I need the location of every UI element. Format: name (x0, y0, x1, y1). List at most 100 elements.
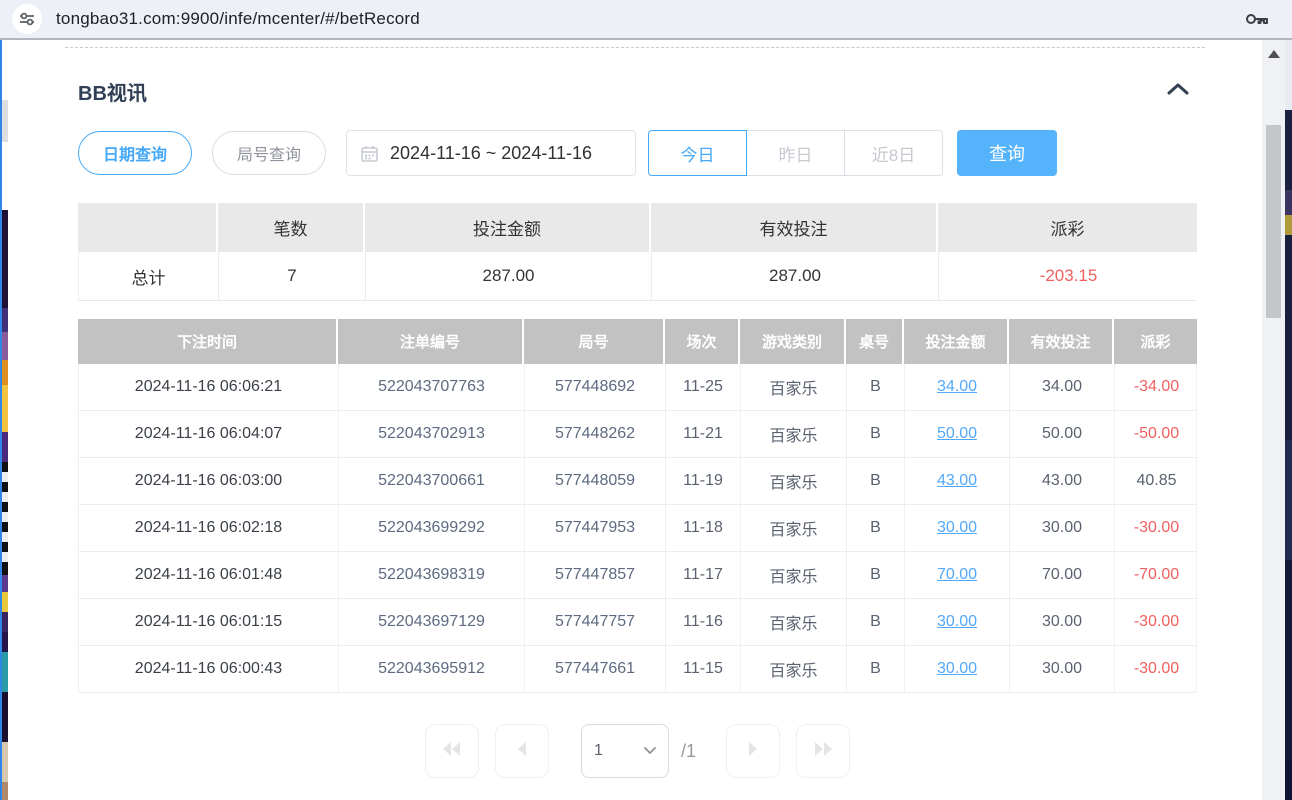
payout-cell: -30.00 (1115, 646, 1198, 692)
bet-amount-link[interactable]: 34.00 (937, 378, 977, 396)
summary-header-bet-amount: 投注金额 (365, 203, 651, 252)
bet-no-cell: 522043699292 (339, 505, 525, 551)
summary-header-valid-bet: 有效投注 (651, 203, 938, 252)
bet-amount-cell: 43.00 (905, 458, 1010, 504)
col-header-bet-amount: 投注金额 (904, 319, 1009, 364)
last-page-button[interactable] (796, 724, 850, 778)
payout-cell: -50.00 (1115, 411, 1198, 457)
panel-title: BB视讯 (78, 77, 147, 106)
page-scrollbar[interactable] (1262, 40, 1285, 800)
col-header-bet-time: 下注时间 (78, 319, 338, 364)
last-8-days-button[interactable]: 近8日 (844, 130, 943, 176)
col-header-payout: 派彩 (1114, 319, 1197, 364)
summary-count-value: 7 (219, 252, 366, 300)
quick-range-group: 今日 昨日 近8日 (648, 130, 943, 176)
background-page-right-edge (1285, 40, 1292, 800)
round-query-tab[interactable]: 局号查询 (212, 131, 326, 175)
double-chevron-right-icon (812, 741, 834, 762)
calendar-icon (361, 145, 378, 162)
game-type-cell: 百家乐 (741, 505, 847, 551)
bet-amount-cell: 50.00 (905, 411, 1010, 457)
summary-total-label: 总计 (79, 252, 219, 300)
bet-amount-link[interactable]: 30.00 (937, 613, 977, 631)
valid-bet-cell: 30.00 (1010, 599, 1115, 645)
bet-amount-cell: 30.00 (905, 505, 1010, 551)
game-type-cell: 百家乐 (741, 458, 847, 504)
table-row: 2024-11-16 06:03:00 522043700661 5774480… (79, 458, 1196, 505)
col-header-session: 场次 (665, 319, 740, 364)
today-button[interactable]: 今日 (648, 130, 747, 176)
table-no-cell: B (847, 646, 905, 692)
scrollbar-up-icon[interactable] (1262, 50, 1285, 64)
date-range-value: 2024-11-16 ~ 2024-11-16 (390, 143, 592, 164)
bet-no-cell: 522043697129 (339, 599, 525, 645)
password-key-icon[interactable] (1244, 8, 1270, 30)
prev-page-button[interactable] (495, 724, 549, 778)
double-chevron-left-icon (441, 741, 463, 762)
date-range-picker[interactable]: 2024-11-16 ~ 2024-11-16 (346, 130, 636, 176)
table-row: 2024-11-16 06:01:48 522043698319 5774478… (79, 552, 1196, 599)
bet-time-cell: 2024-11-16 06:01:48 (79, 552, 339, 598)
bet-no-cell: 522043707763 (339, 364, 525, 410)
summary-header-payout: 派彩 (938, 203, 1197, 252)
site-permissions-icon[interactable] (12, 4, 42, 34)
bet-record-table: 下注时间 注单编号 局号 场次 游戏类别 桌号 投注金额 有效投注 派彩 202… (78, 319, 1197, 693)
session-cell: 11-15 (666, 646, 741, 692)
game-type-cell: 百家乐 (741, 599, 847, 645)
bet-amount-link[interactable]: 50.00 (937, 425, 977, 443)
scrollbar-thumb[interactable] (1266, 125, 1281, 318)
round-no-cell: 577448059 (525, 458, 666, 504)
bet-time-cell: 2024-11-16 06:02:18 (79, 505, 339, 551)
chevron-right-icon (746, 741, 760, 762)
payout-cell: -70.00 (1115, 552, 1198, 598)
valid-bet-cell: 30.00 (1010, 505, 1115, 551)
pagination: 1 /1 (78, 724, 1197, 778)
col-header-round-no: 局号 (524, 319, 665, 364)
session-cell: 11-16 (666, 599, 741, 645)
date-query-tab[interactable]: 日期查询 (78, 131, 192, 175)
bet-amount-link[interactable]: 30.00 (937, 660, 977, 678)
background-page-left-edge (0, 40, 8, 800)
round-no-cell: 577447661 (525, 646, 666, 692)
browser-address-bar[interactable]: tongbao31.com:9900/infe/mcenter/#/betRec… (0, 0, 1292, 40)
table-row: 2024-11-16 06:01:15 522043697129 5774477… (79, 599, 1196, 646)
bet-time-cell: 2024-11-16 06:06:21 (79, 364, 339, 410)
session-cell: 11-25 (666, 364, 741, 410)
bet-table-body: 2024-11-16 06:06:21 522043707763 5774486… (78, 364, 1197, 693)
bet-amount-link[interactable]: 43.00 (937, 472, 977, 490)
round-no-cell: 577448692 (525, 364, 666, 410)
page-select[interactable]: 1 (581, 724, 669, 778)
payout-cell: -30.00 (1115, 599, 1198, 645)
bet-amount-link[interactable]: 70.00 (937, 566, 977, 584)
bet-amount-cell: 34.00 (905, 364, 1010, 410)
table-no-cell: B (847, 599, 905, 645)
next-page-button[interactable] (726, 724, 780, 778)
chevron-up-icon (1167, 82, 1189, 100)
yesterday-button[interactable]: 昨日 (746, 130, 845, 176)
summary-payout-value: -203.15 (939, 252, 1198, 300)
col-header-table-no: 桌号 (846, 319, 904, 364)
valid-bet-cell: 43.00 (1010, 458, 1115, 504)
round-no-cell: 577447757 (525, 599, 666, 645)
session-cell: 11-18 (666, 505, 741, 551)
round-no-cell: 577447857 (525, 552, 666, 598)
page-select-value: 1 (594, 742, 603, 760)
search-button[interactable]: 查询 (957, 130, 1057, 176)
bet-amount-cell: 30.00 (905, 599, 1010, 645)
valid-bet-cell: 30.00 (1010, 646, 1115, 692)
summary-header-blank (78, 203, 218, 252)
url-text[interactable]: tongbao31.com:9900/infe/mcenter/#/betRec… (56, 9, 1244, 29)
payout-cell: -34.00 (1115, 364, 1198, 410)
game-type-cell: 百家乐 (741, 646, 847, 692)
bet-amount-link[interactable]: 30.00 (937, 519, 977, 537)
collapse-panel-button[interactable] (1159, 78, 1197, 104)
valid-bet-cell: 34.00 (1010, 364, 1115, 410)
valid-bet-cell: 50.00 (1010, 411, 1115, 457)
table-row: 2024-11-16 06:02:18 522043699292 5774479… (79, 505, 1196, 552)
session-cell: 11-21 (666, 411, 741, 457)
bet-time-cell: 2024-11-16 06:00:43 (79, 646, 339, 692)
first-page-button[interactable] (425, 724, 479, 778)
bet-no-cell: 522043700661 (339, 458, 525, 504)
payout-cell: 40.85 (1115, 458, 1198, 504)
bet-amount-cell: 30.00 (905, 646, 1010, 692)
